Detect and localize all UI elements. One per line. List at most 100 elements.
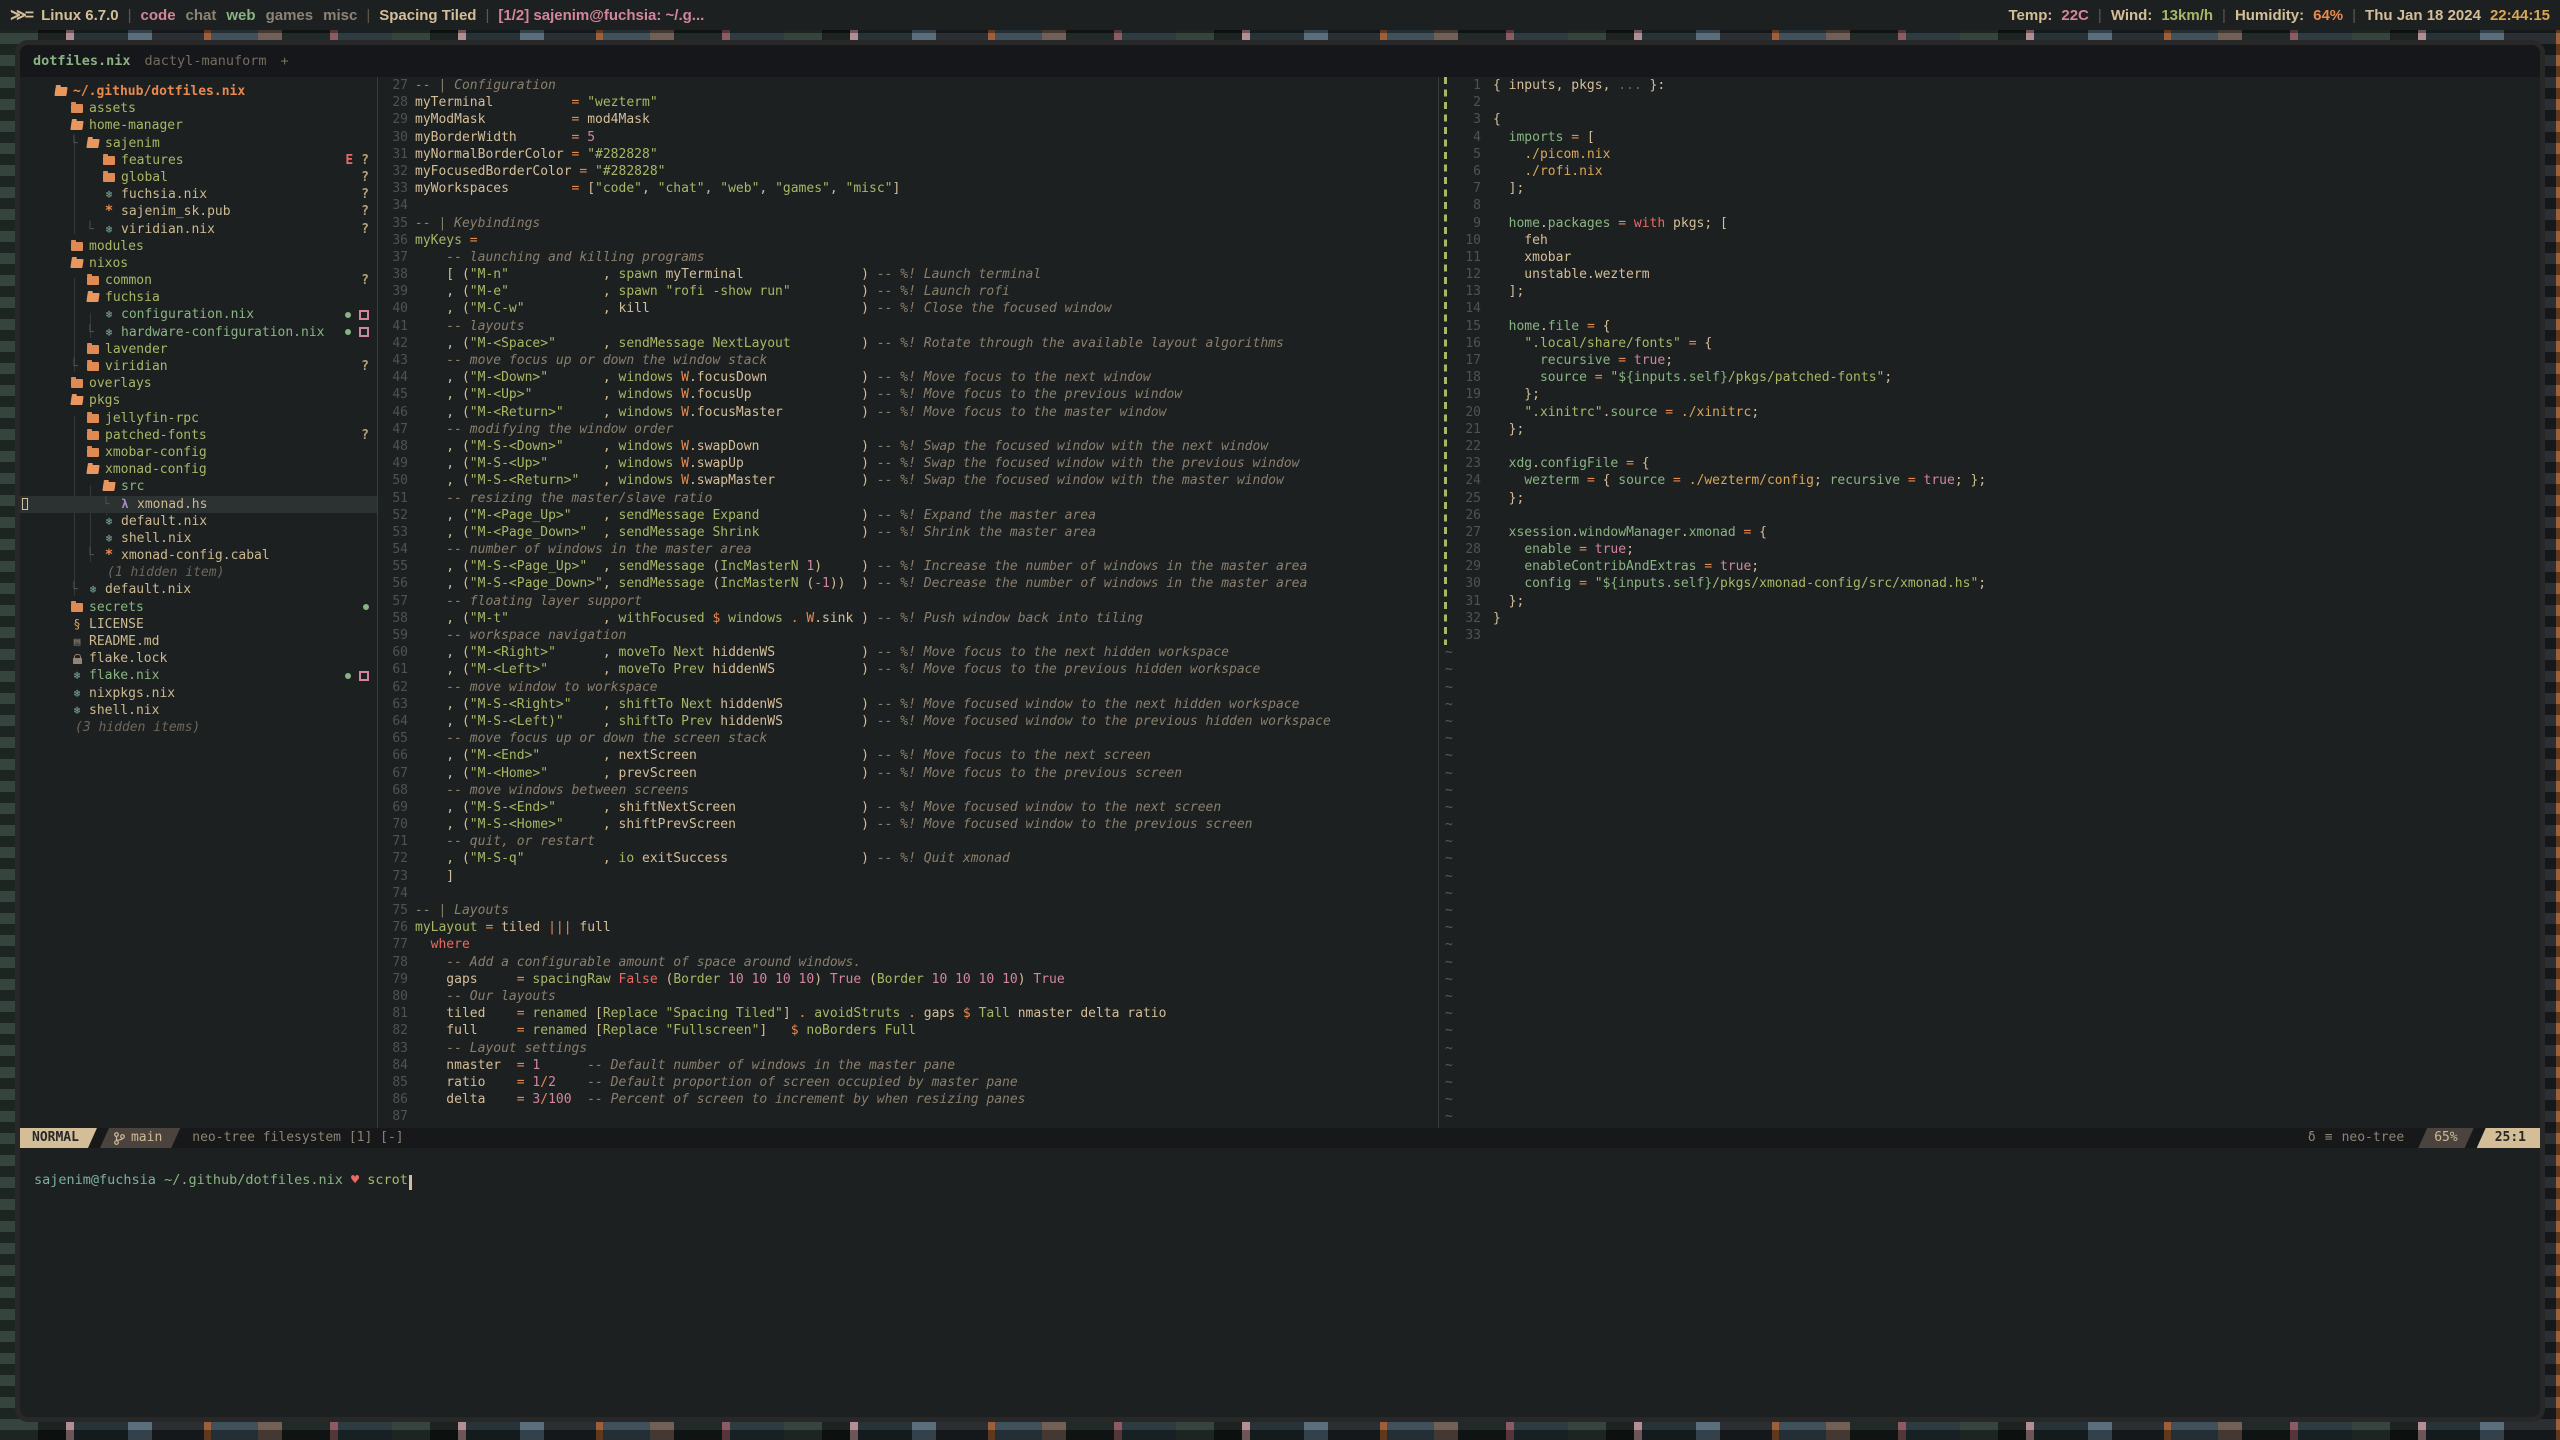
untracked-badge: ? [361, 186, 369, 203]
tree-row-src[interactable]: src [20, 478, 377, 495]
git-branch: main [100, 1128, 180, 1148]
tree-row-license[interactable]: §LICENSE [20, 616, 377, 633]
new-tab-button[interactable]: + [280, 53, 288, 69]
code-line: 8 [1439, 197, 2540, 214]
wind-value: 13km/h [2161, 7, 2213, 24]
tree-row-global[interactable]: global? [20, 169, 377, 186]
staged-box-badge [359, 671, 369, 681]
tree-item-label: configuration.nix [121, 306, 254, 323]
tree-row-modules[interactable]: modules [20, 238, 377, 255]
editor-pane-nix-file[interactable]: 1{ inputs, pkgs, ... }:23{4 imports = [5… [1439, 77, 2540, 1128]
workspace-item-games[interactable]: games [266, 7, 314, 24]
code-line: 48 , ("M-S-<Down>" , windows W.swapDown … [378, 438, 1438, 455]
tree-row-jellyfin-rpc[interactable]: jellyfin-rpc [20, 410, 377, 427]
workspace-item-code[interactable]: code [141, 7, 176, 24]
tree-row-pkgs[interactable]: pkgs [20, 392, 377, 409]
layout-label: Spacing Tiled [379, 7, 476, 24]
tab-dotfiles[interactable]: dotfiles.nix [33, 53, 131, 69]
tree-row-xmonad-config[interactable]: xmonad-config [20, 461, 377, 478]
line-number: 86 [378, 1091, 408, 1108]
line-number: 30 [378, 129, 408, 146]
tree-row-shell.nix[interactable]: ❄shell.nix [20, 530, 377, 547]
nix-file-icon: ❄ [102, 513, 116, 530]
haskell-file-icon: λ [118, 496, 132, 513]
neo-tree-pane[interactable]: ~/.github/dotfiles.nixassetshome-manager… [20, 77, 377, 1128]
tree-row-xmonad-config.cabal[interactable]: └*xmonad-config.cabal [20, 547, 377, 564]
tree-row-sajenim[interactable]: └sajenim [20, 135, 377, 152]
empty-line-tilde: ~ [1439, 730, 2540, 747]
tree-row-xmobar-config[interactable]: xmobar-config [20, 444, 377, 461]
tree-row-configuration.nix[interactable]: ❄configuration.nix [20, 306, 377, 323]
code-line: 32myFocusedBorderColor = "#282828" [378, 163, 1438, 180]
tree-item-label: nixpkgs.nix [89, 685, 175, 702]
line-number: 27 [378, 77, 408, 94]
git-status-badges: E? [345, 152, 369, 169]
line-number: 84 [378, 1057, 408, 1074]
tree-row-common[interactable]: common? [20, 272, 377, 289]
tree-row-flake.lock[interactable]: flake.lock [20, 650, 377, 667]
tree-row-assets[interactable]: assets [20, 100, 377, 117]
workspace-item-web[interactable]: web [226, 7, 255, 24]
code-line: 43 -- move focus up or down the window s… [378, 352, 1438, 369]
terminal-window: dotfiles.nix dactyl-manuform + ~/.github… [20, 45, 2540, 1417]
untracked-badge: ? [361, 221, 369, 238]
tree-row-xmonad.hs[interactable]: └λxmonad.hs [20, 496, 377, 513]
empty-line-tilde: ~ [1439, 765, 2540, 782]
code-line: 27 xsession.windowManager.xmonad = { [1439, 524, 2540, 541]
folder-open-icon [86, 293, 100, 302]
tree-row-secrets[interactable]: secrets [20, 599, 377, 616]
code-line: 64 , ("M-S-<Left)" , shiftTo Prev hidden… [378, 713, 1438, 730]
tree-row-viridian.nix[interactable]: └❄viridian.nix? [20, 221, 377, 238]
empty-line-tilde: ~ [1439, 919, 2540, 936]
workspace-item-misc[interactable]: misc [323, 7, 357, 24]
tree-row-overlays[interactable]: overlays [20, 375, 377, 392]
date-label: Thu Jan 18 2024 [2365, 7, 2481, 24]
code-line: 35-- | Keybindings [378, 215, 1438, 232]
line-number: 83 [378, 1040, 408, 1057]
tree-row-nixpkgs.nix[interactable]: ❄nixpkgs.nix [20, 685, 377, 702]
tree-row-patched-fonts[interactable]: patched-fonts? [20, 427, 377, 444]
tree-row-fuchsia[interactable]: fuchsia [20, 289, 377, 306]
tree-row-default.nix[interactable]: └❄default.nix [20, 581, 377, 598]
tree-row-hardware-configuration.nix[interactable]: └❄hardware-configuration.nix [20, 324, 377, 341]
workspace-item-chat[interactable]: chat [186, 7, 217, 24]
empty-line-tilde: ~ [1439, 971, 2540, 988]
code-line: 80 -- Our layouts [378, 988, 1438, 1005]
untracked-badge: ? [361, 427, 369, 444]
empty-line-tilde: ~ [1439, 1005, 2540, 1022]
tree-row-readme.md[interactable]: ▤README.md [20, 633, 377, 650]
tree-row-home-manager[interactable]: home-manager [20, 117, 377, 134]
empty-line-tilde: ~ [1439, 954, 2540, 971]
tabline: dotfiles.nix dactyl-manuform + [20, 45, 2540, 77]
tree-row--1-hidden-item-[interactable]: (1 hidden item) [20, 564, 377, 581]
tree-row-viridian[interactable]: └viridian? [20, 358, 377, 375]
tree-row--.github-dotfiles.nix[interactable]: ~/.github/dotfiles.nix [20, 83, 377, 100]
tree-row-shell.nix[interactable]: ❄shell.nix [20, 702, 377, 719]
folder-icon [70, 104, 84, 113]
git-status-badges: ? [361, 169, 369, 186]
line-number: 45 [378, 386, 408, 403]
prompt-command[interactable]: scrot [367, 1172, 408, 1188]
tree-row--3-hidden-items-[interactable]: (3 hidden items) [20, 719, 377, 736]
tree-row-nixos[interactable]: nixos [20, 255, 377, 272]
tree-item-label: secrets [89, 599, 144, 616]
separator: | [2222, 7, 2226, 24]
lines-icon: ≡ [2325, 1128, 2333, 1148]
folder-open-icon [70, 259, 84, 268]
tree-row-lavender[interactable]: lavender [20, 341, 377, 358]
editor-pane-xmonad-hs[interactable]: 27-- | Configuration28myTerminal = "wezt… [378, 77, 1438, 1128]
tree-row-sajenim-sk.pub[interactable]: *sajenim_sk.pub? [20, 203, 377, 220]
tree-item-label: src [121, 478, 144, 495]
code-line: 2 [1439, 94, 2540, 111]
tab-dactyl-manuform[interactable]: dactyl-manuform [145, 53, 267, 69]
code-line: 86 delta = 3/100 -- Percent of screen to… [378, 1091, 1438, 1108]
tree-row-default.nix[interactable]: ❄default.nix [20, 513, 377, 530]
tree-row-features[interactable]: featuresE? [20, 152, 377, 169]
empty-line-tilde: ~ [1439, 782, 2540, 799]
folder-icon [86, 362, 100, 371]
tree-item-label: assets [89, 100, 136, 117]
heart-icon: ♥ [351, 1172, 359, 1188]
tree-row-fuchsia.nix[interactable]: ❄fuchsia.nix? [20, 186, 377, 203]
shell-area[interactable]: sajenim@fuchsia ~/.github/dotfiles.nix ♥… [20, 1148, 2540, 1417]
tree-row-flake.nix[interactable]: ❄flake.nix [20, 667, 377, 684]
